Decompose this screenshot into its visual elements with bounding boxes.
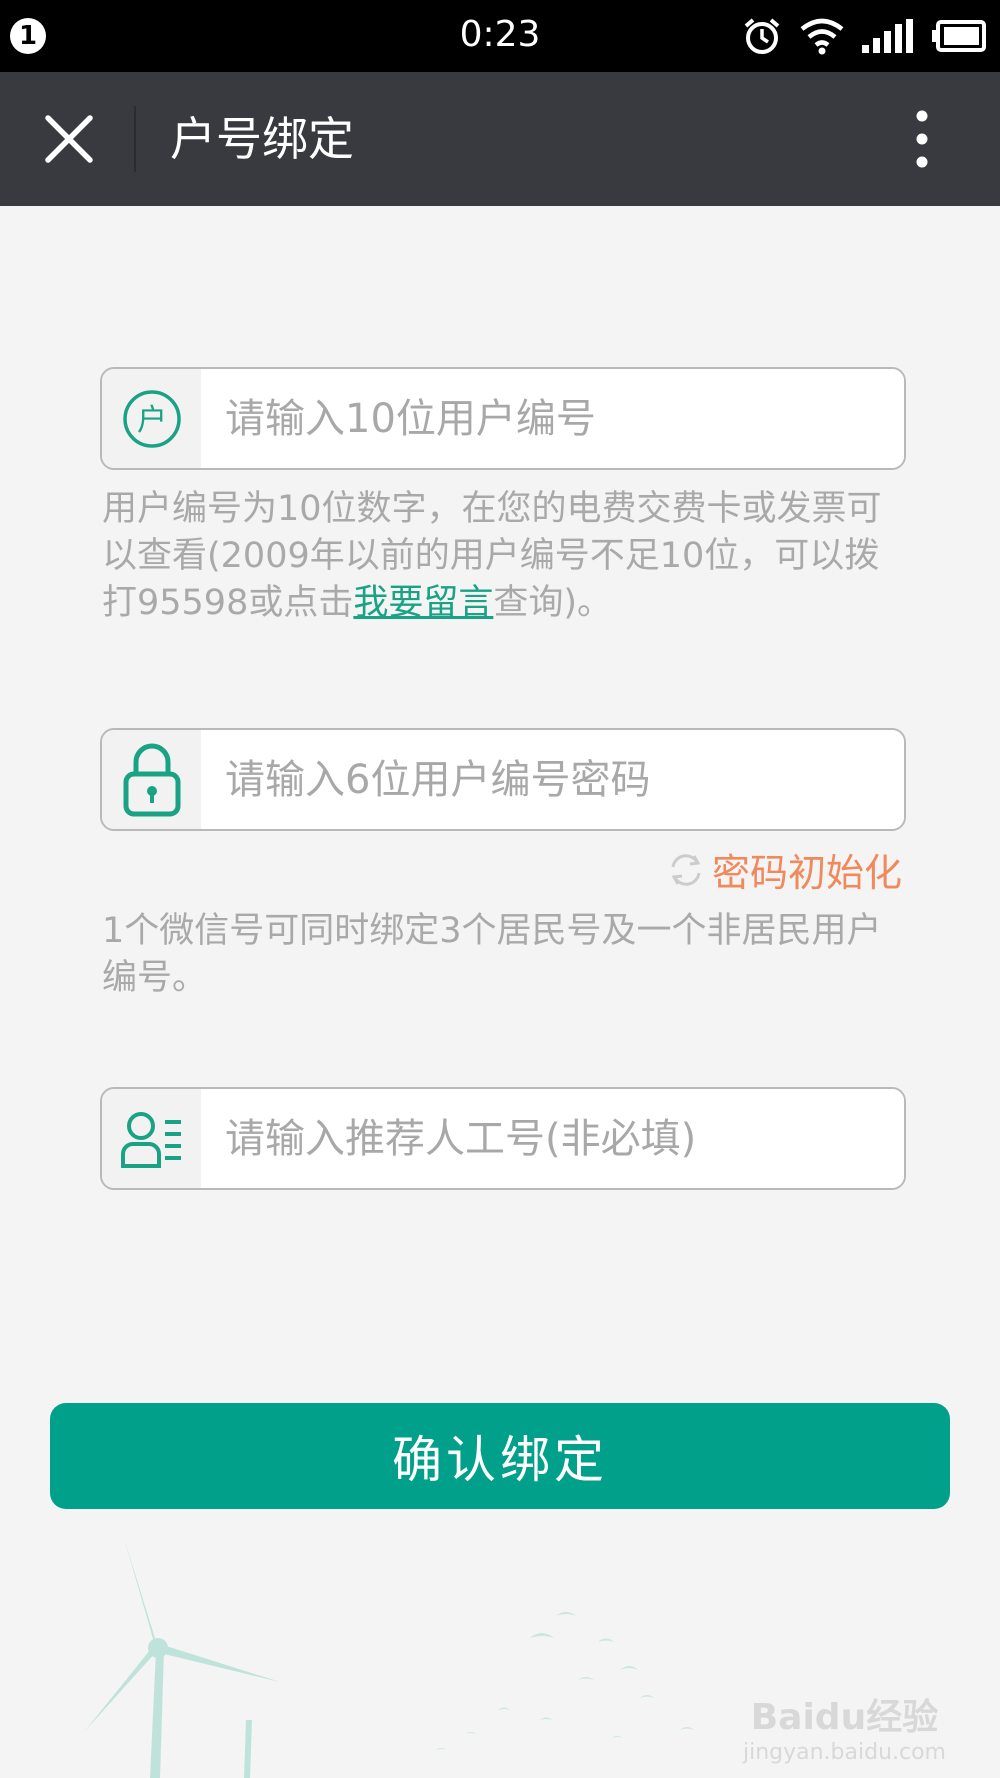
account-field: 户: [100, 367, 906, 470]
leave-message-link[interactable]: 我要留言: [353, 583, 493, 623]
referrer-field: [100, 1087, 906, 1190]
password-input[interactable]: [201, 730, 904, 829]
signal-icon: [862, 19, 913, 53]
refresh-icon: [671, 853, 701, 886]
page-title: 户号绑定: [170, 112, 354, 166]
account-number-input[interactable]: [201, 369, 904, 468]
lock-icon-box: [102, 730, 201, 829]
binding-hint: 1个微信号可同时绑定3个居民号及一个非居民用户编号。: [102, 911, 882, 998]
watermark-main: Baidu经验: [750, 1697, 939, 1738]
lock-icon: [123, 743, 180, 816]
baidu-watermark: Baidu经验 jingyan.baidu.com: [743, 1688, 946, 1765]
wifi-icon: [800, 18, 844, 55]
battery-icon: [932, 20, 986, 52]
contact-icon-box: [102, 1089, 201, 1188]
reset-password-button[interactable]: 密码初始化: [666, 842, 902, 897]
confirm-bind-button[interactable]: 确认绑定: [50, 1403, 950, 1509]
reset-password-label: 密码初始化: [711, 851, 902, 895]
status-bar: 1 0:23: [0, 0, 1000, 72]
contact-card-icon: [120, 1111, 181, 1168]
nav-divider: [134, 106, 136, 172]
account-icon: 户: [122, 389, 181, 448]
watermark-sub: jingyan.baidu.com: [742, 1740, 946, 1765]
nav-bar: 户号绑定: [0, 72, 1000, 206]
birds-graphic: [436, 1612, 694, 1750]
more-vertical-icon[interactable]: [900, 106, 944, 172]
status-icons: [742, 14, 986, 58]
password-field: [100, 728, 906, 831]
referrer-input[interactable]: [201, 1089, 904, 1188]
svg-text:户: 户: [137, 403, 167, 438]
account-hint: 用户编号为10位数字，在您的电费交费卡或发票可以查看(2009年以前的用户编号不…: [102, 486, 902, 627]
account-icon-box: 户: [102, 369, 201, 468]
account-hint-suffix: 查询)。: [493, 583, 613, 623]
close-icon[interactable]: [36, 106, 102, 172]
alarm-icon: [744, 18, 780, 54]
windmill-graphic: [84, 1538, 280, 1778]
